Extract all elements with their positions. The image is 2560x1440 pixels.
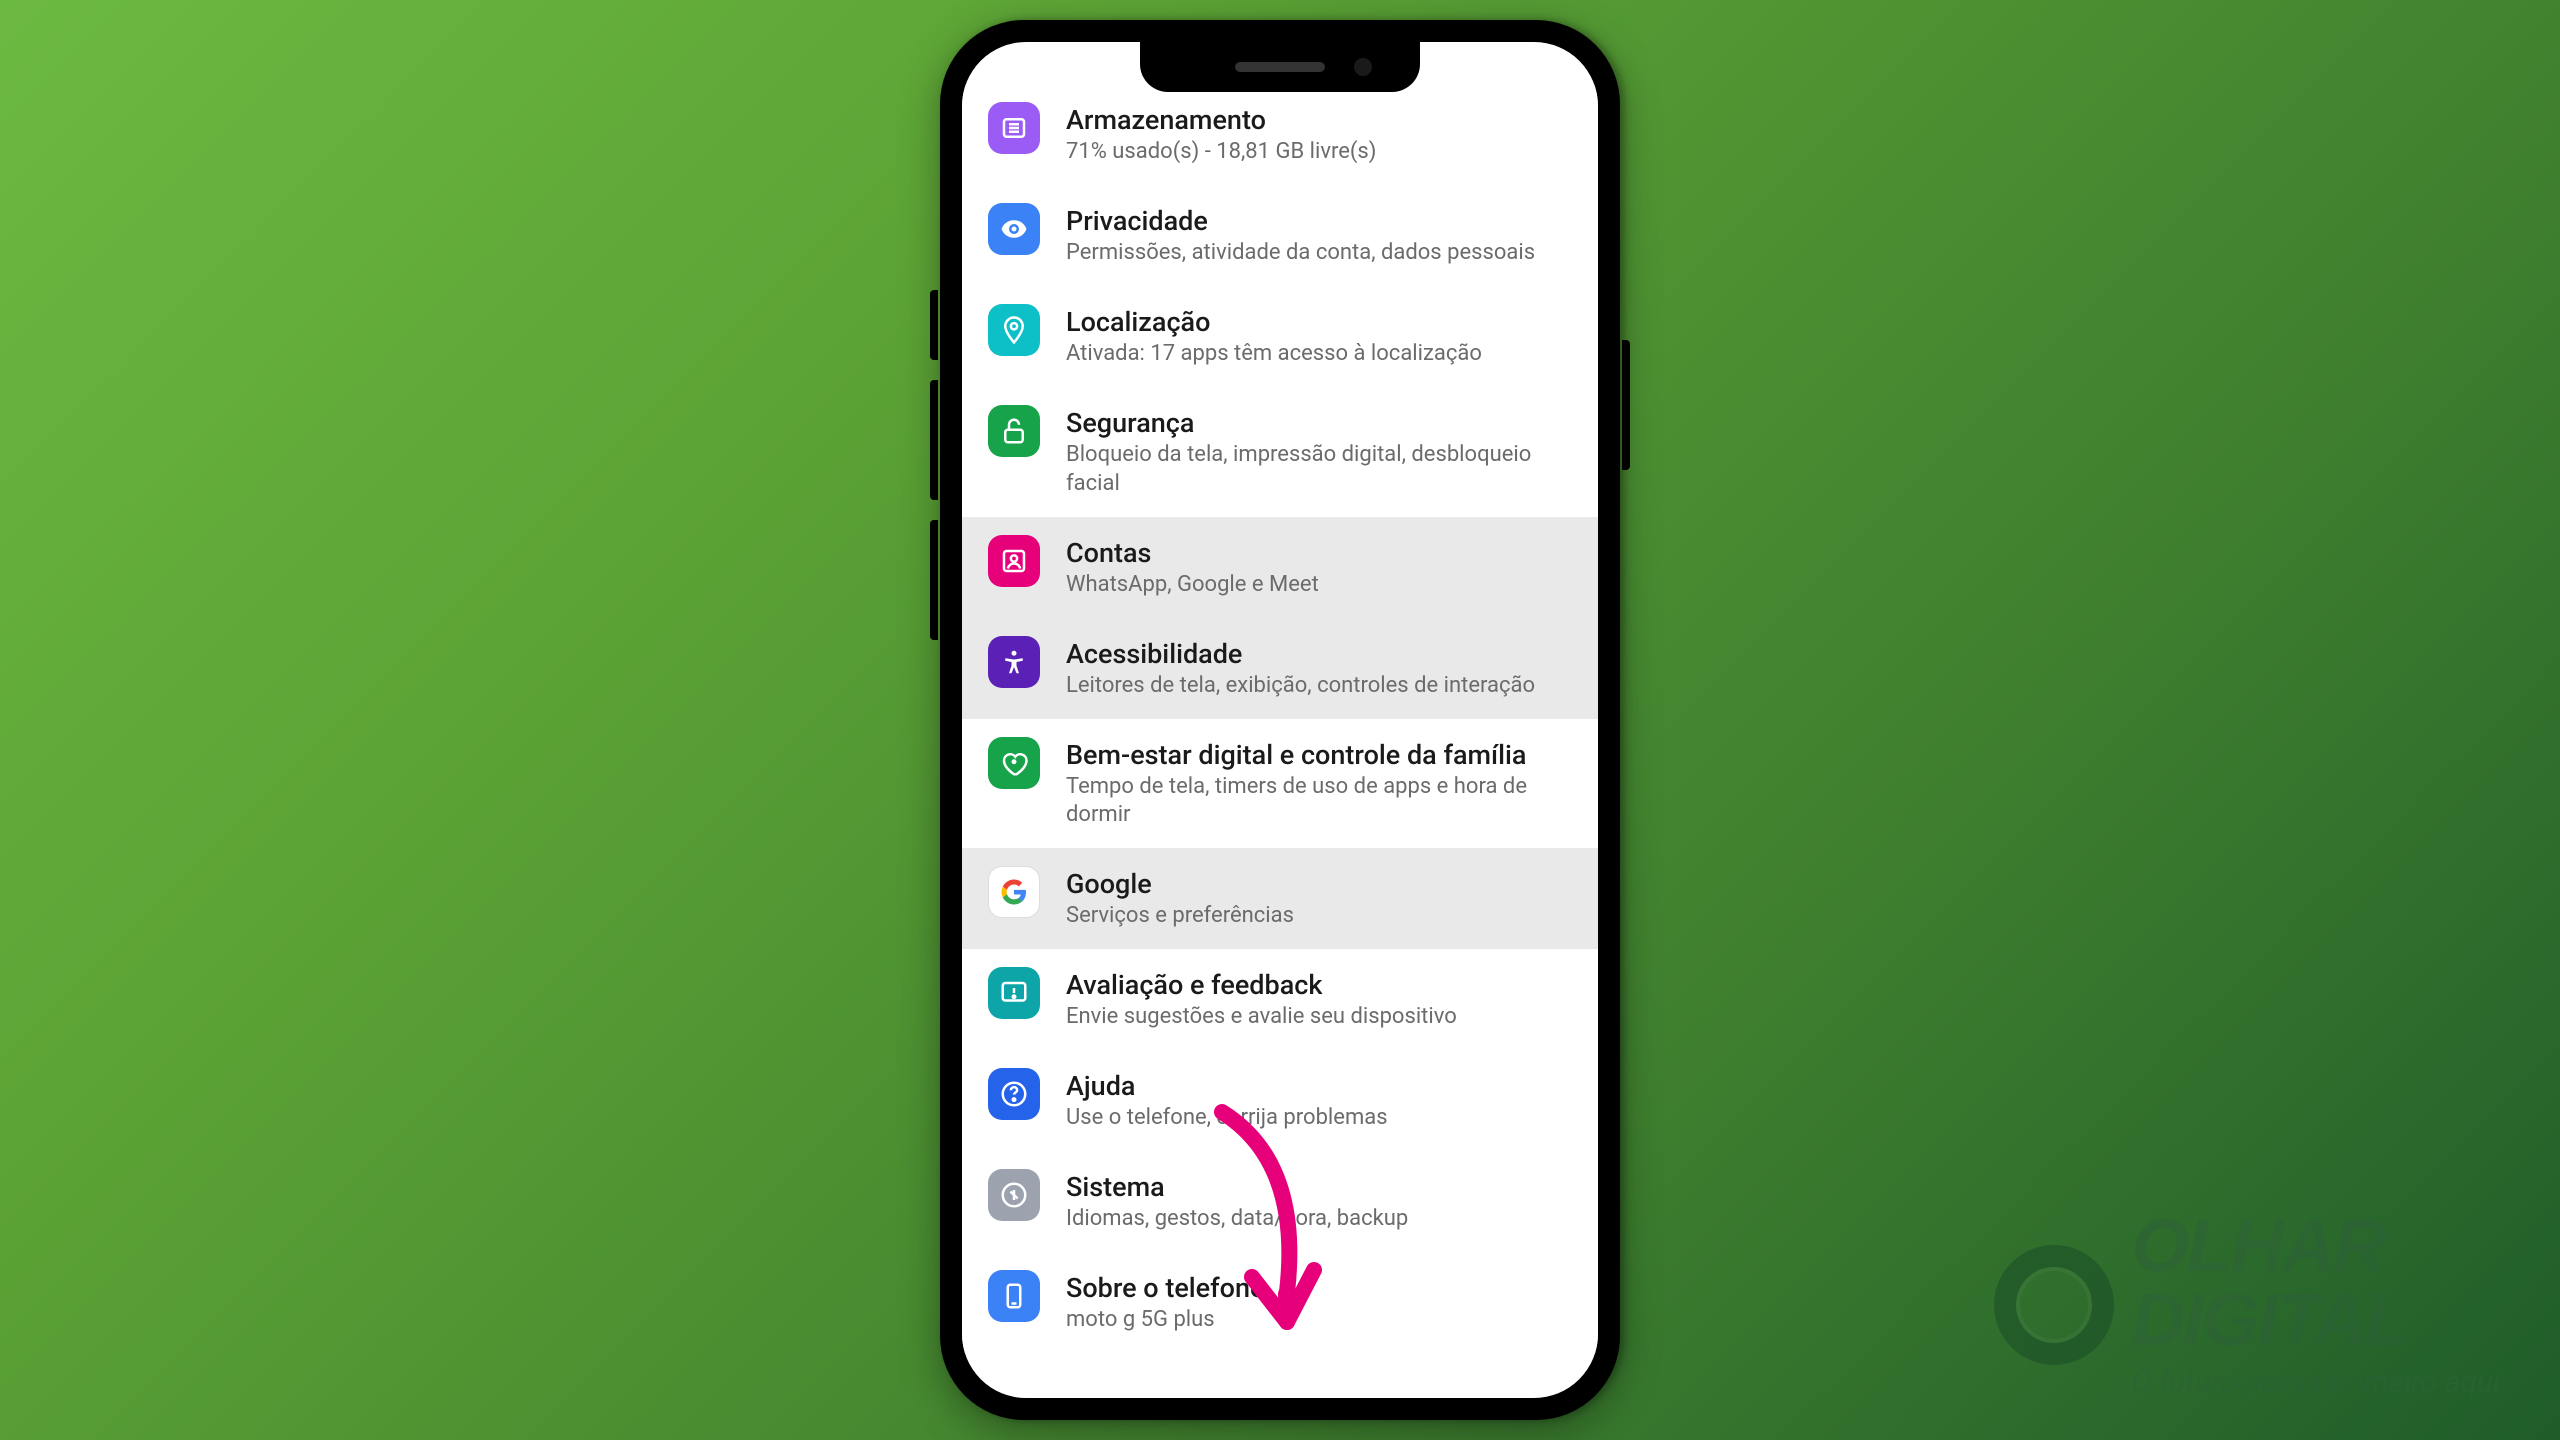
setting-subtitle: Bloqueio da tela, impressão digital, des… [1066, 441, 1572, 498]
settings-list[interactable]: Armazenamento 71% usado(s) - 18,81 GB li… [962, 42, 1598, 1398]
setting-title: Armazenamento [1066, 104, 1572, 136]
setting-title: Sistema [1066, 1171, 1572, 1203]
setting-title: Ajuda [1066, 1070, 1572, 1102]
setting-subtitle: Idiomas, gestos, data/hora, backup [1066, 1205, 1572, 1234]
setting-subtitle: Serviços e preferências [1066, 902, 1572, 931]
setting-title: Contas [1066, 537, 1572, 569]
system-icon [988, 1169, 1040, 1221]
setting-item-location[interactable]: Localização Ativada: 17 apps têm acesso … [962, 286, 1598, 387]
setting-subtitle: Ativada: 17 apps têm acesso à localizaçã… [1066, 340, 1572, 369]
setting-item-help[interactable]: Ajuda Use o telefone, corrija problemas [962, 1050, 1598, 1151]
setting-item-text: Google Serviços e preferências [1066, 866, 1572, 931]
brand-logo-text: OLHAR DIGITAL [2132, 1209, 2500, 1357]
brand-tagline: O futuro passa primeiro aqui [2132, 1365, 2500, 1400]
setting-subtitle: Tempo de tela, timers de uso de apps e h… [1066, 773, 1572, 830]
setting-title: Avaliação e feedback [1066, 969, 1572, 1001]
about-phone-icon [988, 1270, 1040, 1322]
setting-item-feedback[interactable]: Avaliação e feedback Envie sugestões e a… [962, 949, 1598, 1050]
feedback-icon [988, 967, 1040, 1019]
google-icon [988, 866, 1040, 918]
setting-item-text: Bem-estar digital e controle da família … [1066, 737, 1572, 831]
setting-item-accounts[interactable]: Contas WhatsApp, Google e Meet [962, 517, 1598, 618]
setting-subtitle: 71% usado(s) - 18,81 GB livre(s) [1066, 138, 1572, 167]
setting-item-storage[interactable]: Armazenamento 71% usado(s) - 18,81 GB li… [962, 84, 1598, 185]
accounts-icon [988, 535, 1040, 587]
help-icon [988, 1068, 1040, 1120]
wellbeing-icon [988, 737, 1040, 789]
setting-item-system[interactable]: Sistema Idiomas, gestos, data/hora, back… [962, 1151, 1598, 1252]
phone-screen: Armazenamento 71% usado(s) - 18,81 GB li… [962, 42, 1598, 1398]
setting-subtitle: WhatsApp, Google e Meet [1066, 571, 1572, 600]
setting-title: Sobre o telefone [1066, 1272, 1572, 1304]
setting-item-about[interactable]: Sobre o telefone moto g 5G plus [962, 1252, 1598, 1353]
setting-item-text: Privacidade Permissões, atividade da con… [1066, 203, 1572, 268]
setting-item-text: Ajuda Use o telefone, corrija problemas [1066, 1068, 1572, 1133]
setting-item-text: Acessibilidade Leitores de tela, exibiçã… [1066, 636, 1572, 701]
phone-frame: Armazenamento 71% usado(s) - 18,81 GB li… [940, 20, 1620, 1420]
location-icon [988, 304, 1040, 356]
brand-line-1: OLHAR [2132, 1209, 2500, 1283]
setting-item-text: Armazenamento 71% usado(s) - 18,81 GB li… [1066, 102, 1572, 167]
setting-title: Privacidade [1066, 205, 1572, 237]
setting-subtitle: Permissões, atividade da conta, dados pe… [1066, 239, 1572, 268]
brand-logo-circle [1994, 1245, 2114, 1365]
setting-subtitle: Use o telefone, corrija problemas [1066, 1104, 1572, 1133]
setting-title: Bem-estar digital e controle da família [1066, 739, 1572, 771]
front-camera [1354, 58, 1372, 76]
setting-item-text: Contas WhatsApp, Google e Meet [1066, 535, 1572, 600]
setting-subtitle: moto g 5G plus [1066, 1306, 1572, 1335]
setting-item-security[interactable]: Segurança Bloqueio da tela, impressão di… [962, 387, 1598, 517]
speaker-grille [1235, 62, 1325, 72]
brand-logo: OLHAR DIGITAL O futuro passa primeiro aq… [1994, 1209, 2500, 1400]
setting-item-text: Sobre o telefone moto g 5G plus [1066, 1270, 1572, 1335]
setting-subtitle: Leitores de tela, exibição, controles de… [1066, 672, 1572, 701]
setting-title: Localização [1066, 306, 1572, 338]
setting-title: Acessibilidade [1066, 638, 1572, 670]
accessibility-icon [988, 636, 1040, 688]
setting-subtitle: Envie sugestões e avalie seu dispositivo [1066, 1003, 1572, 1032]
setting-item-privacy[interactable]: Privacidade Permissões, atividade da con… [962, 185, 1598, 286]
power-button [1622, 340, 1630, 470]
setting-item-text: Sistema Idiomas, gestos, data/hora, back… [1066, 1169, 1572, 1234]
security-icon [988, 405, 1040, 457]
setting-item-text: Avaliação e feedback Envie sugestões e a… [1066, 967, 1572, 1032]
setting-item-google[interactable]: Google Serviços e preferências [962, 848, 1598, 949]
setting-title: Segurança [1066, 407, 1572, 439]
privacy-icon [988, 203, 1040, 255]
setting-title: Google [1066, 868, 1572, 900]
setting-item-accessibility[interactable]: Acessibilidade Leitores de tela, exibiçã… [962, 618, 1598, 719]
setting-item-wellbeing[interactable]: Bem-estar digital e controle da família … [962, 719, 1598, 849]
storage-icon [988, 102, 1040, 154]
brand-line-2: DIGITAL [2132, 1283, 2500, 1357]
setting-item-text: Segurança Bloqueio da tela, impressão di… [1066, 405, 1572, 499]
setting-item-text: Localização Ativada: 17 apps têm acesso … [1066, 304, 1572, 369]
phone-notch [1140, 42, 1420, 92]
